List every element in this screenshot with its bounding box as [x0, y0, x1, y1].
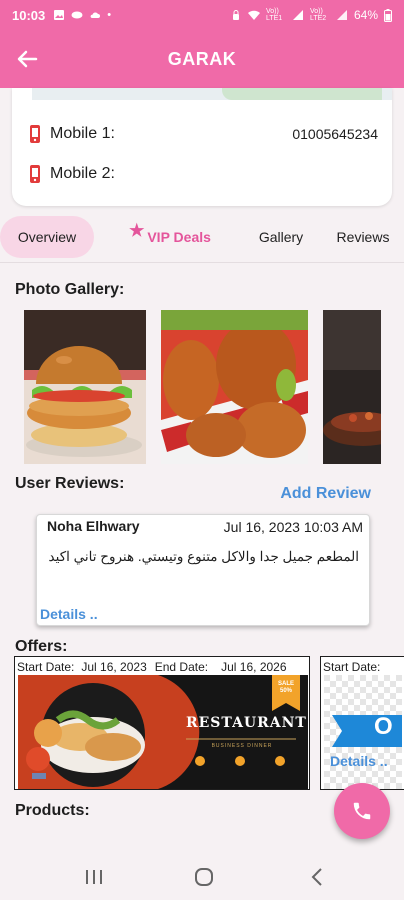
offer-end-label: End Date:: [154, 660, 209, 674]
products-title: Products:: [15, 802, 90, 819]
lock-icon: [232, 10, 239, 20]
status-bar: 10:03 • Vo)) LTE1 Vo)) LTE2 64%: [0, 0, 404, 30]
offer-start-label: Start Date:: [323, 660, 381, 674]
arrow-left-icon[interactable]: [14, 46, 40, 72]
battery-level: 64%: [353, 8, 378, 22]
wifi-icon: [247, 10, 260, 20]
network-label-2: Vo)) LTE2: [309, 8, 327, 22]
star-icon: ★: [129, 221, 145, 240]
map-preview[interactable]: [32, 88, 392, 100]
contact-value[interactable]: 01005645234: [292, 126, 378, 142]
network-label-1: Vo)) LTE1: [265, 8, 283, 22]
signal-icon-2: [336, 10, 347, 20]
tabs-divider: [0, 262, 404, 263]
offer-start-date: Jul 16, 2023: [81, 660, 147, 674]
contact-label: Mobile 1:: [50, 125, 115, 142]
tab-reviews[interactable]: Reviews: [332, 216, 394, 258]
offer-start-label: Start Date:: [17, 660, 75, 674]
dot-icon: •: [107, 9, 112, 21]
offer-dates: Start Date: Jul 16, 2023 End Date: Jul 1…: [17, 660, 309, 674]
mobile-phone-icon: [30, 165, 40, 183]
game-icon: [71, 11, 83, 19]
recents-icon[interactable]: [82, 866, 106, 888]
tab-vip-deals[interactable]: ★ VIP Deals: [122, 216, 218, 258]
offers-title: Offers:: [15, 638, 68, 655]
fried-chicken-photo[interactable]: [161, 310, 308, 464]
tab-label: Reviews: [336, 229, 390, 245]
status-time: 10:03: [12, 7, 46, 23]
battery-icon: [384, 8, 392, 22]
offer-banner-title: RESTAURANT: [186, 715, 307, 731]
offer-details-link[interactable]: Details ..: [330, 753, 388, 769]
gallery-icon: [54, 10, 65, 20]
offer-dates: Start Date:: [323, 660, 404, 674]
review-details-link[interactable]: Details ..: [40, 606, 98, 622]
contact-label: Mobile 2:: [50, 165, 115, 182]
tab-gallery[interactable]: Gallery: [250, 216, 312, 258]
burger-photo[interactable]: [24, 310, 146, 464]
mobile-phone-icon: [30, 125, 40, 143]
sale-badge: SALE 50%: [272, 681, 300, 695]
tab-label: Overview: [17, 229, 77, 245]
contact-card: Mobile 1: 01005645234 Mobile 2:: [12, 88, 392, 206]
photo-gallery-title: Photo Gallery:: [15, 281, 125, 298]
review-author: Noha Elhwary: [47, 518, 140, 534]
call-button[interactable]: [334, 783, 390, 839]
back-icon[interactable]: [306, 866, 330, 888]
offer-banner-subtitle: BUSINESS DINNER: [211, 743, 273, 749]
signal-icon: [292, 10, 303, 20]
offer-banner: RESTAURANT BUSINESS DINNER SALE 50%: [18, 675, 308, 789]
review-card: Noha Elhwary Jul 16, 2023 10:03 AM المطع…: [36, 514, 370, 626]
offer-end-date: Jul 16, 2026: [221, 660, 287, 674]
cloud-icon: [90, 12, 101, 18]
offer-card-2[interactable]: Start Date: O Details ..: [320, 656, 404, 790]
grill-photo[interactable]: [323, 310, 381, 464]
tab-overview[interactable]: Overview: [0, 216, 94, 258]
page-title: GARAK: [167, 48, 237, 69]
offer-banner: O Details ..: [324, 675, 402, 789]
review-date: Jul 16, 2023 10:03 AM: [223, 519, 363, 535]
offer-card[interactable]: Start Date: Jul 16, 2023 End Date: Jul 1…: [14, 656, 310, 790]
tab-bar: Overview ★ VIP Deals Gallery Reviews: [0, 216, 404, 260]
sale-badge-line2: 50%: [279, 688, 292, 694]
tab-label: VIP Deals: [147, 229, 211, 245]
contact-row-mobile-2[interactable]: Mobile 2:: [28, 164, 378, 184]
sale-badge-line1: SALE: [277, 681, 294, 687]
user-reviews-title: User Reviews:: [15, 475, 125, 492]
contact-row-mobile-1[interactable]: Mobile 1: 01005645234: [28, 124, 378, 144]
add-review-link[interactable]: Add Review: [280, 485, 371, 503]
tab-label: Gallery: [258, 229, 304, 245]
phone-icon: [353, 802, 371, 820]
system-nav-bar: [0, 852, 404, 900]
app-bar: GARAK: [0, 30, 404, 88]
offer-banner-letter: O: [374, 713, 393, 740]
review-text: المطعم جميل جدا والاكل متنوع وتيستي. هنر…: [48, 549, 359, 564]
home-icon[interactable]: [192, 866, 216, 888]
